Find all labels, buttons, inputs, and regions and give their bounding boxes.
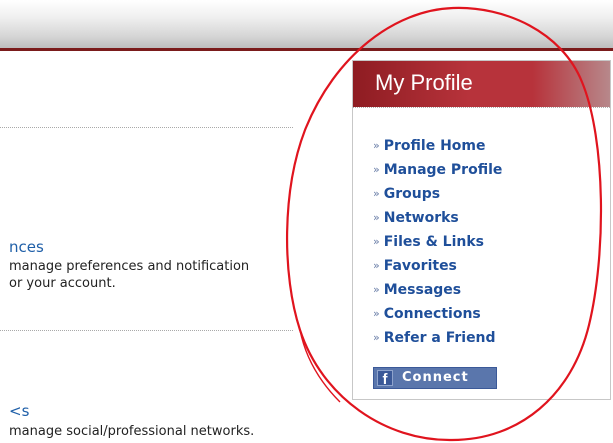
menu-item-label: Connections — [383, 306, 481, 322]
menu-item-label: Files & Links — [383, 234, 485, 250]
menu-item-connections[interactable]: » Connections — [373, 305, 502, 329]
menu-item-profile-home[interactable]: » Profile Home — [373, 137, 502, 161]
menu-item-label: Messages — [383, 282, 462, 298]
chevron-right-icon: » — [373, 211, 380, 224]
menu-item-label: Groups — [383, 186, 441, 202]
chevron-right-icon: » — [373, 307, 380, 320]
profile-header: My Profile — [353, 61, 610, 107]
menu-item-label: Manage Profile — [383, 162, 503, 178]
menu-item-label: Favorites — [383, 258, 457, 274]
chevron-right-icon: » — [373, 139, 380, 152]
facebook-icon: f — [377, 370, 393, 388]
chevron-right-icon: » — [373, 163, 380, 176]
menu-item-favorites[interactable]: » Favorites — [373, 257, 502, 281]
section-divider — [0, 127, 293, 128]
menu-item-label: Networks — [383, 210, 459, 226]
section-description-line: or your account. — [9, 276, 116, 291]
section-title-networks[interactable]: <s — [9, 402, 29, 420]
top-banner — [0, 0, 613, 48]
facebook-connect-label: Connect — [402, 370, 469, 385]
section-description-line: manage social/professional networks. — [9, 424, 255, 439]
menu-item-refer-a-friend[interactable]: » Refer a Friend — [373, 329, 502, 353]
chevron-right-icon: » — [373, 259, 380, 272]
menu-item-label: Profile Home — [383, 138, 486, 154]
banner-divider — [0, 48, 613, 51]
menu-item-groups[interactable]: » Groups — [373, 185, 502, 209]
my-profile-panel: My Profile » Profile Home » Manage Profile… — [352, 60, 611, 400]
facebook-connect-button[interactable]: f Connect — [373, 367, 497, 389]
section-divider — [0, 330, 293, 331]
chevron-right-icon: » — [373, 331, 380, 344]
profile-title: My Profile — [375, 70, 473, 95]
menu-item-messages[interactable]: » Messages — [373, 281, 502, 305]
chevron-right-icon: » — [373, 283, 380, 296]
chevron-right-icon: » — [373, 235, 380, 248]
profile-header-divider — [353, 107, 610, 109]
menu-item-files-links[interactable]: » Files & Links — [373, 233, 502, 257]
section-title-preferences[interactable]: nces — [9, 238, 44, 256]
annotation-stroke-overlap — [299, 329, 341, 403]
profile-menu: » Profile Home » Manage Profile » Groups » N… — [373, 137, 502, 353]
section-description-line: manage preferences and notification — [9, 259, 250, 274]
menu-item-manage-profile[interactable]: » Manage Profile — [373, 161, 502, 185]
menu-item-networks[interactable]: » Networks — [373, 209, 502, 233]
chevron-right-icon: » — [373, 187, 380, 200]
menu-item-label: Refer a Friend — [383, 330, 496, 346]
